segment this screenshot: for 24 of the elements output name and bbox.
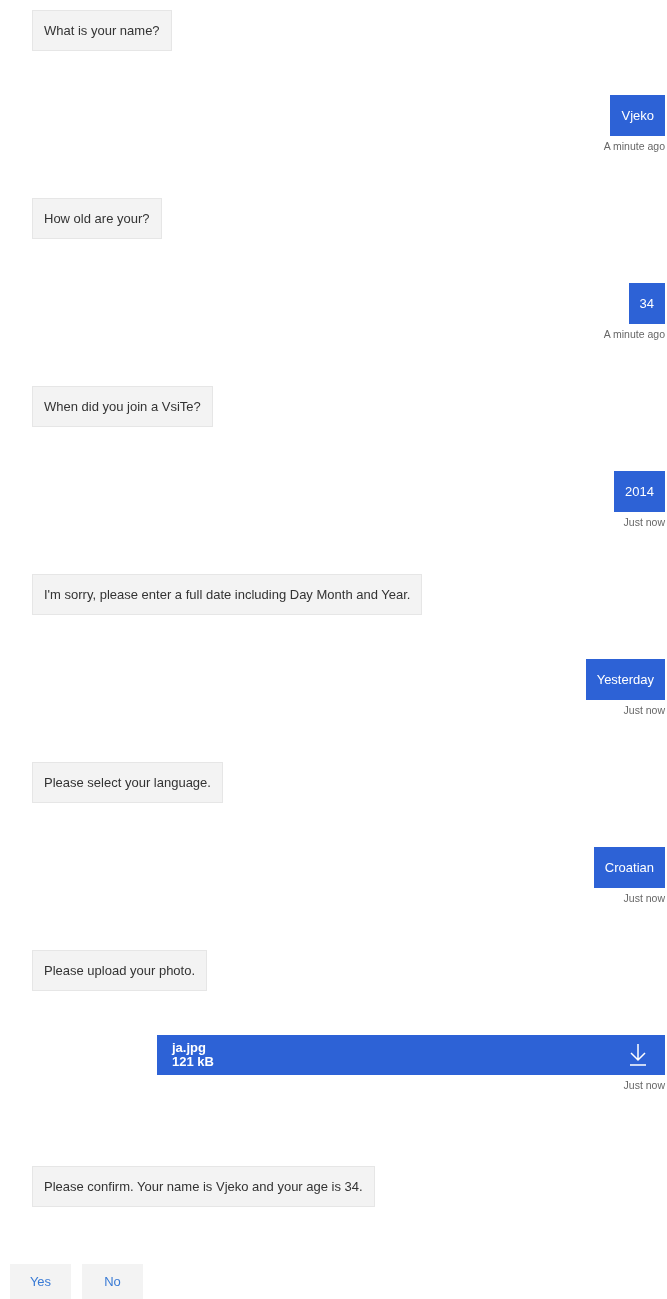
bot-message: Please select your language. <box>32 762 223 803</box>
user-message: 2014 <box>614 471 665 512</box>
timestamp: A minute ago <box>603 139 665 154</box>
bot-message: What is your name? <box>32 10 172 51</box>
user-message: Vjeko <box>610 95 665 136</box>
choice-button[interactable]: Yes <box>10 1264 71 1299</box>
timestamp: Just now <box>623 703 665 718</box>
bot-message: How old are your? <box>32 198 162 239</box>
file-name: ja.jpg <box>172 1041 207 1055</box>
timestamp: Just now <box>623 891 665 906</box>
timestamp: Just now <box>623 515 665 530</box>
file-attachment[interactable]: ja.jpg 121 kB <box>157 1035 665 1075</box>
bot-message: I'm sorry, please enter a full date including Day Month and Year. <box>32 574 423 615</box>
file-size: 121 kB <box>172 1055 214 1069</box>
download-icon[interactable] <box>629 1043 647 1067</box>
choice-button[interactable]: No <box>82 1264 143 1299</box>
bot-message: Please upload your photo. <box>32 950 208 991</box>
bot-message: When did you join a VsiTe? <box>32 386 213 427</box>
user-message: 34 <box>628 283 665 324</box>
timestamp: A minute ago <box>603 327 665 342</box>
user-message: Croatian <box>593 847 665 888</box>
user-message: Yesterday <box>585 659 665 700</box>
timestamp: Just now <box>623 1078 665 1093</box>
bot-message: Please confirm. Your name is Vjeko and your age is 34. <box>32 1166 375 1207</box>
